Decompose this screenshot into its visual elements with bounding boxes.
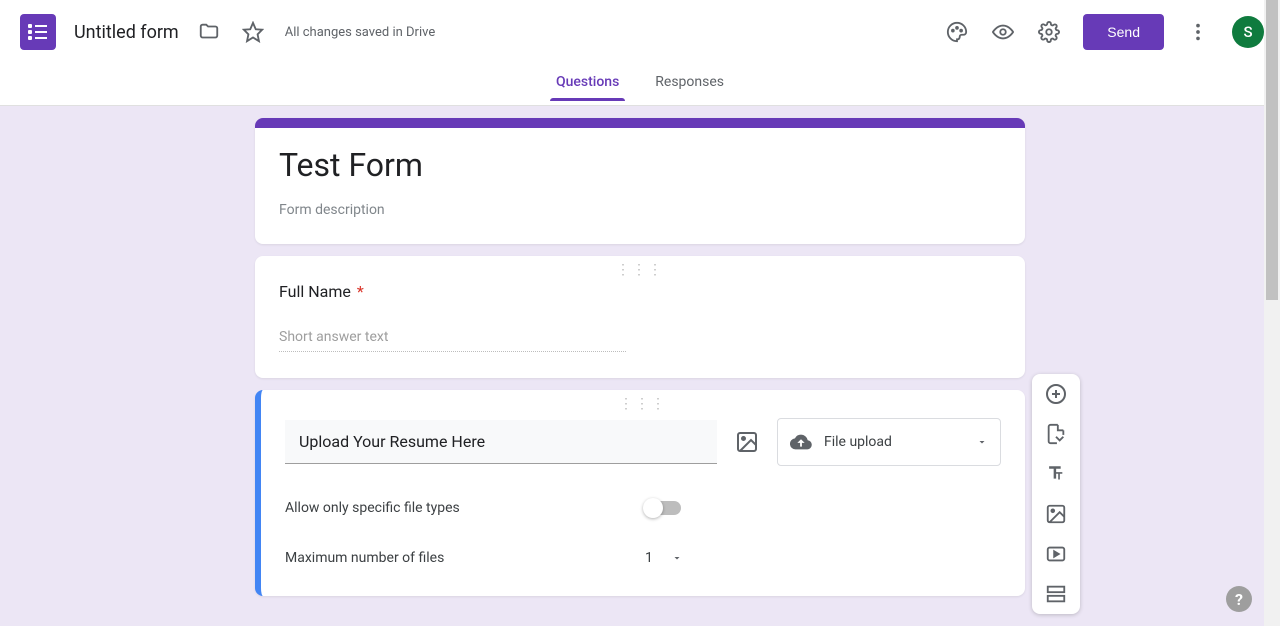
form-title[interactable]: Test Form xyxy=(279,146,1001,184)
app-header: Untitled form All changes saved in Drive… xyxy=(0,0,1280,64)
option-label-filetypes: Allow only specific file types xyxy=(285,500,645,516)
chevron-down-icon xyxy=(671,552,683,564)
add-image-icon[interactable] xyxy=(1044,502,1068,526)
question-label: Full Name * xyxy=(279,282,1001,301)
max-files-value: 1 xyxy=(645,550,653,566)
tab-responses[interactable]: Responses xyxy=(653,64,726,100)
question-type-select[interactable]: File upload xyxy=(777,418,1001,466)
form-description[interactable]: Form description xyxy=(279,202,1001,218)
star-icon[interactable] xyxy=(241,20,265,44)
vertical-scrollbar[interactable] xyxy=(1264,0,1280,626)
short-answer-placeholder: Short answer text xyxy=(279,329,626,352)
question-title-input-wrap xyxy=(285,420,717,464)
folder-icon[interactable] xyxy=(197,20,221,44)
form-header-card[interactable]: Test Form Form description xyxy=(255,118,1025,244)
add-image-icon[interactable] xyxy=(735,430,759,454)
question-title-input[interactable] xyxy=(299,432,703,451)
add-section-icon[interactable] xyxy=(1044,582,1068,606)
add-title-icon[interactable] xyxy=(1044,462,1068,486)
save-status: All changes saved in Drive xyxy=(285,25,436,40)
required-star: * xyxy=(357,282,364,301)
max-files-select[interactable]: 1 xyxy=(645,550,683,566)
question-card-fullname[interactable]: ⋮⋮⋮ Full Name * Short answer text xyxy=(255,256,1025,378)
form-canvas: Test Form Form description ⋮⋮⋮ Full Name… xyxy=(0,106,1280,626)
document-title[interactable]: Untitled form xyxy=(74,22,179,43)
tab-questions[interactable]: Questions xyxy=(554,64,621,100)
chevron-down-icon xyxy=(976,436,988,448)
import-questions-icon[interactable] xyxy=(1044,422,1068,446)
more-icon[interactable] xyxy=(1186,20,1210,44)
drag-handle-icon[interactable]: ⋮⋮⋮ xyxy=(616,262,664,278)
send-button[interactable]: Send xyxy=(1083,14,1164,50)
add-question-icon[interactable] xyxy=(1044,382,1068,406)
scroll-thumb[interactable] xyxy=(1266,0,1278,300)
option-label-maxfiles: Maximum number of files xyxy=(285,550,645,566)
help-button[interactable]: ? xyxy=(1226,586,1252,612)
forms-logo-glyph xyxy=(28,24,48,40)
question-label-text: Full Name xyxy=(279,282,351,301)
add-video-icon[interactable] xyxy=(1044,542,1068,566)
settings-icon[interactable] xyxy=(1037,20,1061,44)
palette-icon[interactable] xyxy=(945,20,969,44)
cloud-upload-icon xyxy=(790,431,812,453)
account-avatar[interactable]: S xyxy=(1232,16,1264,48)
question-card-upload[interactable]: ⋮⋮⋮ File upload xyxy=(255,390,1025,596)
preview-icon[interactable] xyxy=(991,20,1015,44)
toggle-specific-filetypes[interactable] xyxy=(645,501,681,515)
floating-toolbar xyxy=(1032,374,1080,614)
question-type-label: File upload xyxy=(824,434,964,450)
drag-handle-icon[interactable]: ⋮⋮⋮ xyxy=(619,396,667,412)
forms-logo[interactable] xyxy=(20,14,56,50)
view-tabs: Questions Responses xyxy=(0,64,1280,106)
